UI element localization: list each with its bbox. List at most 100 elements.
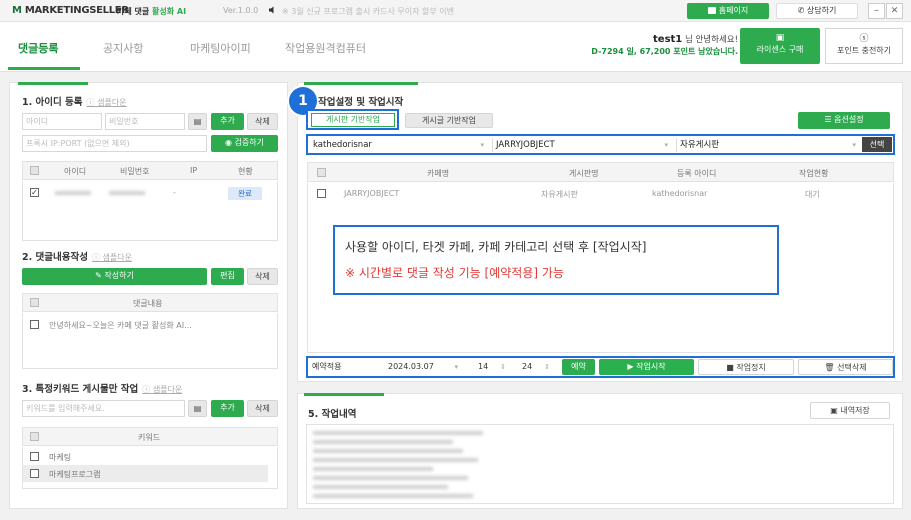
tab-marketing-ip[interactable]: 마케팅아이피 <box>190 40 251 56</box>
reserve-button[interactable]: 예약 <box>562 359 595 375</box>
write-comment-button[interactable]: ✎ 작성하기 <box>22 268 207 285</box>
callout-line-1: 사용할 아이디, 타겟 카페, 카페 카테고리 선택 후 [작업시작] <box>345 240 647 254</box>
tab-post-based[interactable]: 게시글 기반작업 <box>405 113 493 128</box>
sec2-sample-download[interactable]: ⓘ 샘플다운 <box>92 253 132 262</box>
stop-icon: ■ <box>726 363 737 372</box>
row-cafe: JARRYJOBJECT <box>344 189 400 198</box>
sec3-sample-download[interactable]: ⓘ 샘플다운 <box>142 385 182 394</box>
row-checkbox[interactable] <box>30 469 39 478</box>
proxy-input[interactable]: 프록시 IP:PORT (없으면 제외) <box>22 135 207 152</box>
col-cafe: 카페명 <box>427 169 450 178</box>
col-status: 현황 <box>238 167 253 176</box>
start-work-button[interactable]: ▶ 작업시작 <box>599 359 694 375</box>
row-checkbox-checked[interactable]: ✓ <box>30 188 39 197</box>
save-icon: ▣ <box>830 406 841 415</box>
chevron-down-icon: ▾ <box>480 141 484 149</box>
consult-button[interactable]: ✆ 상담하기 <box>776 3 858 19</box>
id-table-body: ✓ - 완료 <box>22 181 278 241</box>
id-table-header: 아이디 비밀번호 IP 현황 <box>22 161 278 180</box>
coin-icon: ⓢ <box>859 34 869 44</box>
list-item[interactable]: 마케팅 <box>23 449 277 465</box>
delete-id-button[interactable]: 삭제 <box>247 113 278 130</box>
license-purchase-button[interactable]: ▣ 라이센스 구매 <box>740 28 820 64</box>
password-input[interactable]: 비밀번호 <box>105 113 185 130</box>
log-line <box>313 476 468 480</box>
stop-work-button[interactable]: ■ 작업정지 <box>698 359 794 375</box>
log-line <box>313 431 483 435</box>
select-button[interactable]: 선택 <box>862 137 892 152</box>
col-work-status: 작업현황 <box>799 169 829 178</box>
table-row[interactable]: JARRYJOBJECT 자유게시판 kathedorisnar 대기 <box>308 185 893 202</box>
tab-board-based[interactable]: 게시판 기반작업 <box>311 113 395 127</box>
point-charge-button[interactable]: ⓢ 포인트 충전하기 <box>825 28 903 64</box>
stepper-icon: ⇕ <box>544 363 550 371</box>
minute-stepper[interactable]: 24 ⇕ <box>516 359 554 375</box>
blurred-password <box>109 191 145 195</box>
clear-icon[interactable]: ▤ <box>188 113 207 130</box>
date-picker[interactable]: 2024.03.07 ▾ <box>380 359 462 375</box>
hour-stepper[interactable]: 14 ⇕ <box>472 359 510 375</box>
verify-button[interactable]: ◉ 검증하기 <box>211 135 278 152</box>
delete-keyword-button[interactable]: 삭제 <box>247 400 278 417</box>
minimize-button[interactable]: – <box>868 3 885 19</box>
announcement-ticker: ※ 3월 신규 프로그램 출시 카드사 무이자 할부 이벤 <box>282 7 454 16</box>
edit-comment-button[interactable]: 편집 <box>211 268 244 285</box>
tab-comment-register[interactable]: 댓글등록 <box>18 40 58 56</box>
option-settings-button[interactable]: ☰ 옵션설정 <box>798 112 890 129</box>
sec1-sample-download[interactable]: ⓘ 샘플다운 <box>87 98 127 107</box>
active-tab-indicator <box>8 67 80 70</box>
guide-callout: 사용할 아이디, 타겟 카페, 카페 카테고리 선택 후 [작업시작] ※ 시간… <box>333 225 779 295</box>
delete-selected-button[interactable]: 🗑 선택삭제 <box>798 359 893 375</box>
pencil-icon: ✎ <box>95 271 105 280</box>
save-log-button[interactable]: ▣ 내역저장 <box>810 402 890 419</box>
close-button[interactable]: ✕ <box>886 3 903 19</box>
list-item[interactable]: 마케팅프로그램 <box>23 465 268 482</box>
keyword-text: 마케팅 <box>49 453 72 462</box>
select-all-comments-checkbox[interactable] <box>30 298 39 307</box>
row-checkbox[interactable] <box>317 189 326 198</box>
status-badge: 완료 <box>228 187 262 200</box>
log-line <box>313 440 453 444</box>
select-all-checkbox[interactable] <box>30 166 39 175</box>
stepper-icon: ⇕ <box>500 363 506 371</box>
row-checkbox[interactable] <box>30 452 39 461</box>
clear-keyword-icon[interactable]: ▤ <box>188 400 207 417</box>
select-all-work-checkbox[interactable] <box>317 168 326 177</box>
col-keyword: 키워드 <box>138 433 161 442</box>
homepage-button[interactable]: 홈페이지 <box>687 3 769 19</box>
version-label: Ver.1.0.0 <box>223 6 259 15</box>
row-checkbox[interactable] <box>30 320 39 329</box>
tab-remote-computer[interactable]: 작업용원격컴퓨터 <box>285 40 366 56</box>
comment-table-header: 댓글내용 <box>22 293 278 312</box>
row-ip: - <box>173 188 176 197</box>
callout-line-2: ※ 시간별로 댓글 작성 기능 [예약적용] 가능 <box>345 266 564 280</box>
add-id-button[interactable]: 추가 <box>211 113 244 130</box>
col-id: 아이디 <box>64 167 87 176</box>
account-select[interactable]: kathedorisnar ▾ <box>310 138 488 152</box>
keyword-input[interactable]: 키워드를 입력해주세요. <box>22 400 185 417</box>
select-all-keywords-checkbox[interactable] <box>30 432 39 441</box>
keyword-text: 마케팅프로그램 <box>49 470 101 479</box>
work-table-header: 카페명 게시판명 등록 아이디 작업현황 <box>307 162 894 182</box>
panel-accent <box>18 82 88 85</box>
log-line <box>313 458 478 462</box>
speaker-icon[interactable] <box>269 6 277 14</box>
table-row[interactable]: ✓ - 완료 <box>23 183 277 203</box>
list-item[interactable]: 안녕하세요~오늘은 카페 댓글 활성화 AI... <box>23 316 277 334</box>
blurred-id <box>55 191 91 195</box>
keyword-table-body: 마케팅 마케팅프로그램 <box>22 447 278 489</box>
cafe-select[interactable]: JARRYJOBJECT ▾ <box>492 138 672 152</box>
reserve-label: 예약적용 <box>312 362 342 371</box>
sec3-title: 3. 특정키워드 게시물만 작업 ⓘ 샘플다운 <box>22 384 183 395</box>
id-input[interactable]: 아이디 <box>22 113 102 130</box>
col-ip: IP <box>190 166 198 175</box>
delete-comment-button[interactable]: 삭제 <box>247 268 278 285</box>
left-panel: 1. 아이디 등록 ⓘ 샘플다운 아이디 비밀번호 ▤ 추가 삭제 프록시 IP:… <box>9 82 288 509</box>
shield-icon: ◉ <box>225 138 235 147</box>
board-select[interactable]: 자유게시판 ▾ <box>676 138 860 152</box>
schedule-bar: 예약적용 2024.03.07 ▾ 14 ⇕ 24 ⇕ 예약 ▶ 작업시작 ■ 작업정… <box>306 356 895 378</box>
add-keyword-button[interactable]: 추가 <box>211 400 244 417</box>
chevron-down-icon: ▾ <box>664 141 668 149</box>
sliders-icon: ☰ <box>824 115 835 124</box>
tab-notice[interactable]: 공지사항 <box>103 40 143 56</box>
